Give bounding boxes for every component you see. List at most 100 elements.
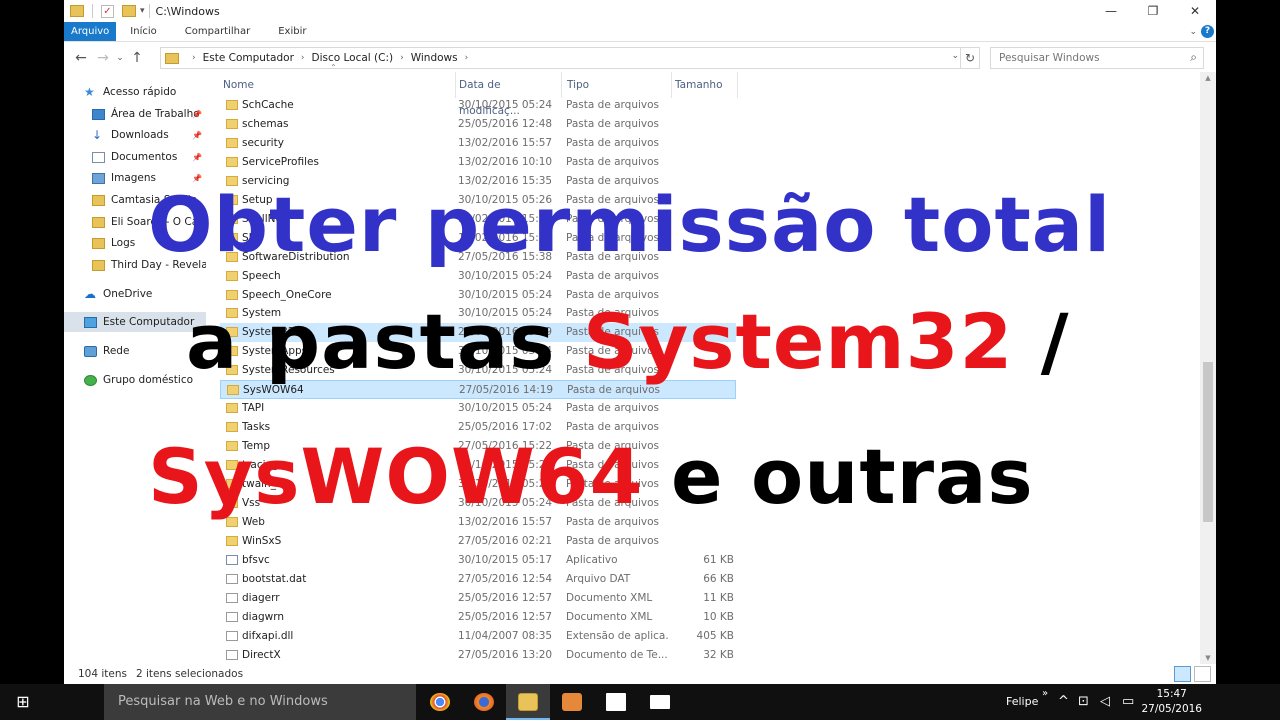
file-row[interactable]: tracing 30/10/2015 05:24 Pasta de arquivos [220,456,736,475]
chevron-up-icon[interactable]: ^ [1058,684,1069,720]
breadcrumb-disco-local[interactable]: Disco Local (C:) [312,52,394,64]
sidebar-item[interactable]: Área de Trabalho 📌 [64,104,206,124]
file-row[interactable]: Web 13/02/2016 15:57 Pasta de arquivos [220,513,736,532]
taskbar-camtasia[interactable] [550,684,594,720]
tab-compartilhar[interactable]: Compartilhar [171,22,264,41]
chevron-right-icon[interactable]: › [192,53,196,63]
customize-toolbar-icon[interactable]: ▾ [140,6,145,16]
scroll-up-icon[interactable]: ▲ [1200,74,1216,82]
taskbar-chrome[interactable] [418,684,462,720]
pin-icon[interactable]: 📌 [192,153,202,162]
taskbar-firefox[interactable] [462,684,506,720]
pin-icon[interactable]: 📌 [192,131,202,140]
maximize-button[interactable]: ❐ [1132,0,1174,22]
minimize-button[interactable]: — [1090,0,1132,22]
column-header-name[interactable]: Nome [220,72,456,98]
file-row[interactable]: SystemApps 30/10/2015 05:24 Pasta de arqui… [220,342,736,361]
details-view-icon[interactable] [1174,666,1191,682]
recent-locations-icon[interactable]: ⌄ [114,53,126,63]
sidebar-item[interactable]: Third Day - Revelatio [64,255,206,275]
system-clock[interactable]: 15:47 27/05/2016 [1141,687,1202,717]
forward-icon[interactable]: → [92,50,114,66]
column-header-date[interactable]: Data de modificaç... [456,72,562,117]
file-row[interactable]: twain_32 30/10/2015 05:24 Pasta de arquivo… [220,475,736,494]
file-row[interactable]: SysWOW64 27/05/2016 14:19 Pasta de arquivo… [220,380,736,400]
scroll-down-icon[interactable]: ▼ [1200,654,1216,662]
chevron-right-icon[interactable]: › [465,53,469,63]
volume-icon[interactable]: ◁ [1100,684,1110,720]
file-row[interactable]: WinSxS 27/05/2016 02:21 Pasta de arquivos [220,532,736,551]
file-row[interactable]: diagerr 25/05/2016 12:57 Documento XML 11 K… [220,589,736,608]
expand-ribbon-icon[interactable]: ⌄ [1189,27,1197,37]
taskbar-mail[interactable] [638,684,682,720]
chevron-right-icon[interactable]: › [301,53,305,63]
sidebar-item[interactable]: Documentos 📌 [64,147,206,167]
column-header-size[interactable]: Tamanho [672,72,738,98]
file-row[interactable]: bootstat.dat 27/05/2016 12:54 Arquivo DAT 6… [220,570,736,589]
tab-arquivo[interactable]: Arquivo [64,22,117,41]
pin-icon[interactable]: 📌 [192,110,202,119]
sidebar-item[interactable]: Logs [64,233,206,253]
address-bar[interactable]: › Este Computador › Disco Local (C:) › W… [160,47,980,69]
pin-icon[interactable]: 📌 [192,174,202,183]
file-row[interactable]: diagwrn 25/05/2016 12:57 Documento XML 10 K… [220,608,736,627]
file-row[interactable]: Tasks 25/05/2016 17:02 Pasta de arquivos [220,418,736,437]
file-row[interactable]: SchCache 30/10/2015 05:24 Pasta de arquivo… [220,96,736,115]
search-icon[interactable]: ⌕ [1190,50,1197,65]
sidebar-item[interactable]: ☁ OneDrive [64,284,206,304]
sidebar-item[interactable]: Rede [64,341,206,361]
help-icon[interactable]: ? [1201,25,1214,38]
search-input[interactable] [991,48,1171,68]
file-row[interactable]: SKB 13/02/2016 15:39 Pasta de arquivos [220,229,736,248]
breadcrumb-windows[interactable]: Windows [411,52,458,64]
file-row[interactable]: difxapi.dll 11/04/2007 08:35 Extensão de a… [220,627,736,646]
tab-inicio[interactable]: Início [116,22,170,41]
close-button[interactable]: ✕ [1174,0,1216,22]
new-folder-icon[interactable] [122,5,136,17]
chevron-right-icon[interactable]: » [1042,676,1048,712]
taskbar-search-input[interactable]: Pesquisar na Web e no Windows [104,684,416,720]
properties-icon[interactable]: ✓ [101,4,114,18]
file-row[interactable]: servicing 13/02/2016 15:35 Pasta de arquiv… [220,172,736,191]
sidebar-item[interactable]: Eli Soares - O Casa D [64,212,206,232]
notifications-icon[interactable]: ▭ [1122,684,1134,720]
breadcrumb-este-computador[interactable]: Este Computador [203,52,294,64]
vertical-scrollbar[interactable]: ▲ ▼ [1200,72,1216,664]
taskbar-file-explorer[interactable] [506,684,550,720]
large-icons-view-icon[interactable] [1194,666,1211,682]
file-row[interactable]: Speech_OneCore 30/10/2015 05:24 Pasta de a… [220,286,736,305]
file-row[interactable]: System 30/10/2015 05:24 Pasta de arquivos [220,304,736,323]
file-row[interactable]: ServiceProfiles 13/02/2016 10:10 Pasta de … [220,153,736,172]
up-icon[interactable]: ↑ [126,50,148,66]
sidebar-item[interactable]: Camtasia Studio [64,190,206,210]
chevron-right-icon[interactable]: › [400,53,404,63]
file-row[interactable]: Temp 27/05/2016 15:22 Pasta de arquivos [220,437,736,456]
file-row[interactable]: Setup 30/10/2015 05:26 Pasta de arquivos [220,191,736,210]
refresh-icon[interactable]: ↻ [960,47,980,69]
taskbar-store[interactable] [594,684,638,720]
sidebar-item[interactable]: ↓ Downloads 📌 [64,125,206,145]
file-row[interactable]: bfsvc 30/10/2015 05:17 Aplicativo 61 KB [220,551,736,570]
sidebar-item[interactable]: ★ Acesso rápido [64,82,206,102]
file-row[interactable]: schemas 25/05/2016 12:48 Pasta de arquivos [220,115,736,134]
tab-exibir[interactable]: Exibir [264,22,320,41]
file-row[interactable]: DirectX 27/05/2016 13:20 Documento de Te..… [220,646,736,665]
windows-start-icon[interactable]: ⊞ [0,684,46,720]
file-row[interactable]: ShellNew 13/02/2016 15:57 Pasta de arquivo… [220,210,736,229]
column-header-type[interactable]: Tipo [564,72,672,98]
file-row[interactable]: SoftwareDistribution 27/05/2016 15:38 Past… [220,248,736,267]
search-box[interactable]: ⌕ [990,47,1204,69]
file-row[interactable]: SystemResources 30/10/2015 05:24 Pasta de … [220,361,736,380]
back-icon[interactable]: ← [70,50,92,66]
sidebar-item[interactable]: Grupo doméstico [64,370,206,390]
sidebar-item[interactable]: Imagens 📌 [64,168,206,188]
scrollbar-thumb[interactable] [1203,362,1213,522]
file-row[interactable]: security 13/02/2016 15:57 Pasta de arquivo… [220,134,736,153]
file-row[interactable]: TAPI 30/10/2015 05:24 Pasta de arquivos [220,399,736,418]
file-row[interactable]: Speech 30/10/2015 05:24 Pasta de arquivos [220,267,736,286]
user-name[interactable]: Felipe [1006,684,1038,720]
sidebar-item[interactable]: Este Computador [64,312,206,332]
chevron-down-icon[interactable]: ⌄ [951,51,959,61]
file-row[interactable]: System32 27/05/2016 13:49 Pasta de arquivo… [220,323,736,343]
network-tray-icon[interactable]: ⊡ [1078,684,1089,720]
